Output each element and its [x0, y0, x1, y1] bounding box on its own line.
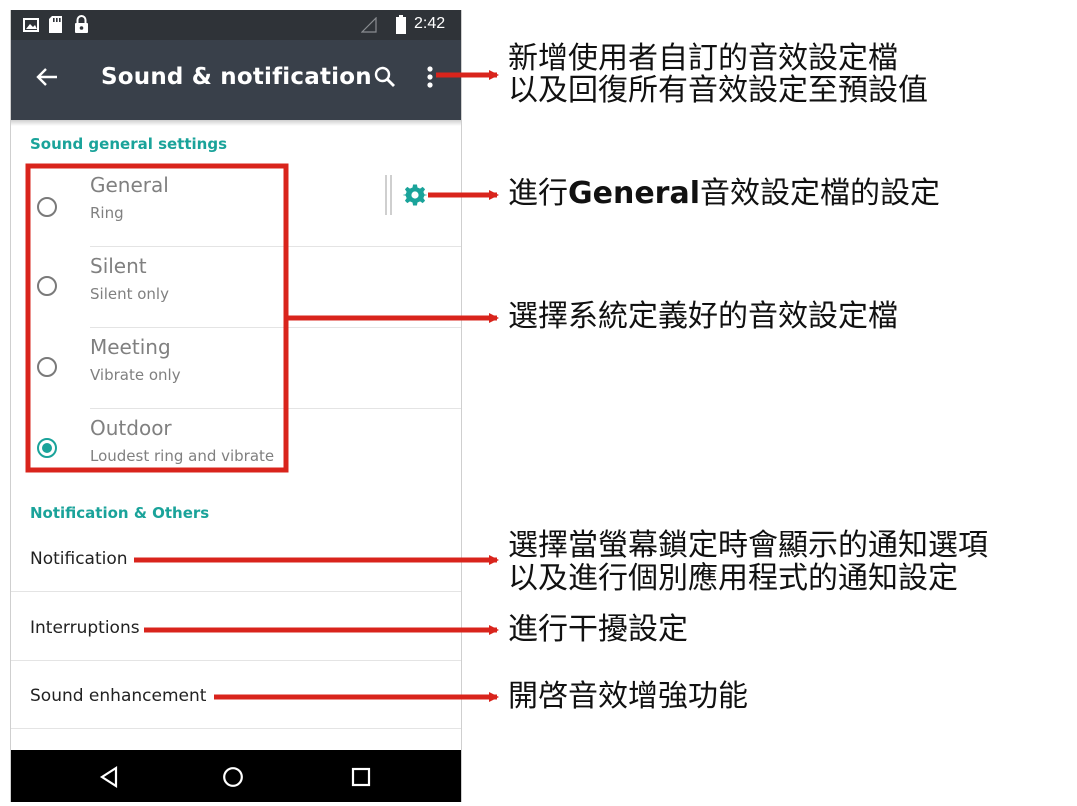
callout-notification-line1: 選擇當螢幕鎖定時會顯示的通知選項: [508, 528, 988, 563]
callout-enhancement: 開啓音效增強功能: [508, 679, 748, 714]
callout-overflow-line2: 以及回復所有音效設定至預設值: [508, 73, 928, 108]
callout-overflow-line1: 新增使用者自訂的音效設定檔: [508, 41, 898, 76]
callout-notification-line2: 以及進行個別應用程式的通知設定: [508, 561, 958, 596]
callout-general: 進行General音效設定檔的設定: [508, 178, 940, 210]
callout-profiles: 選擇系統定義好的音效設定檔: [508, 299, 898, 334]
callout-general-suffix: 音效設定檔的設定: [700, 176, 940, 211]
callout-interruptions: 進行干擾設定: [508, 612, 688, 647]
callout-general-bold: General: [568, 176, 700, 211]
callout-general-prefix: 進行: [508, 176, 568, 211]
profiles-highlight-box: [25, 163, 289, 473]
